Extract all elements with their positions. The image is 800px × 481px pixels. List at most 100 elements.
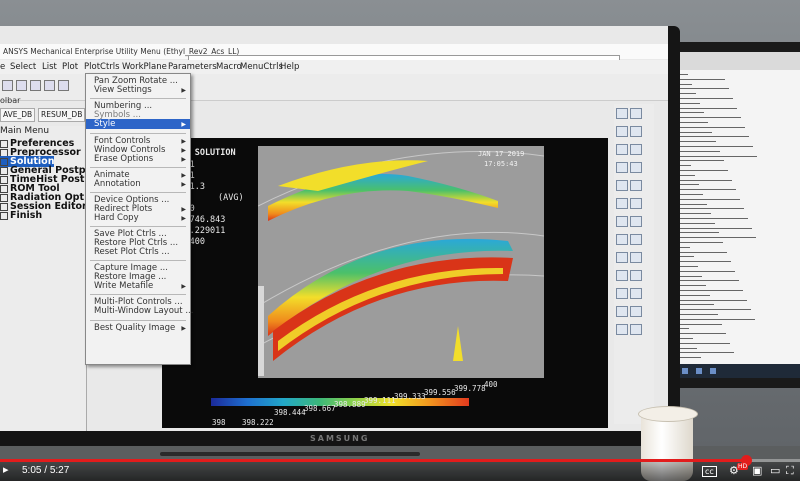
submenu-arrow-icon: ▶ [181,138,186,145]
view-tool-icon[interactable] [630,234,642,245]
main-menu-title: Main Menu [0,126,50,136]
print-icon[interactable] [44,80,55,91]
code-line [668,309,751,311]
menu-help[interactable]: Help [280,62,299,72]
view-tool-icon[interactable] [616,162,628,173]
view-tool-icon[interactable] [630,270,642,281]
menu-plot[interactable]: Plot [62,62,78,72]
view-tool-icon[interactable] [630,180,642,191]
main-menu-item-finish[interactable]: Finish [0,210,42,221]
menu-parameters[interactable]: Parameters [168,62,217,72]
view-tool-icon[interactable] [630,198,642,209]
code-line [668,155,757,157]
submenu-arrow-icon: ▶ [181,283,186,290]
menu-select[interactable]: Select [10,62,36,72]
plotctrls-dropdown: Pan Zoom Rotate ... View Settings ▶ Numberi… [85,73,193,365]
view-tool-icon[interactable] [616,234,628,245]
fullscreen-icon[interactable]: ⛶ [786,464,794,478]
code-line [668,237,756,239]
save-icon[interactable] [30,80,41,91]
view-tool-icon[interactable] [616,180,628,191]
plotctrls-item-multi-window-layout[interactable]: Multi-Window Layout ... [94,306,193,316]
plotctrls-item-erase-options[interactable]: Erase Options [94,154,153,164]
legend-label-top: 400 [484,380,498,389]
video-frame[interactable]: ANSYS Mechanical Enterprise Utility Menu… [0,0,800,481]
view-tool-icon[interactable] [616,306,628,317]
plotctrls-item-write-metafile[interactable]: Write Metafile [94,281,153,291]
miniplayer-icon[interactable]: ▣ [752,464,762,477]
plotctrls-item-style[interactable]: Style [86,119,190,129]
toolbar-label: olbar [0,96,21,105]
menu-macro[interactable]: Macro [216,62,242,72]
view-tool-icon[interactable] [616,324,628,335]
volume-icon[interactable]: ▸ [3,463,9,476]
taskbar-app-icon[interactable] [696,368,702,374]
view-tool-icon[interactable] [630,144,642,155]
menu-separator [90,167,186,168]
legend-label-bottom: 398.222 [242,418,274,427]
plotctrls-item-annotation[interactable]: Annotation [94,179,141,189]
submenu-arrow-icon: ▶ [181,181,186,188]
hd-badge: HD [737,463,749,470]
view-tool-icon[interactable] [630,288,642,299]
monitor-brand: SAMSUNG [310,434,370,443]
code-line [668,227,752,229]
graphics-window[interactable]: NODAL SOLUTION STEP=1SUB =1TIME=1.3TEMP(… [162,138,608,428]
taskbar-app-icon[interactable] [682,368,688,374]
taskbar [662,364,800,378]
main-monitor: ANSYS Mechanical Enterprise Utility Menu… [0,26,680,446]
plotctrls-item-best-quality-image[interactable]: Best Quality Image [94,323,175,333]
theater-icon[interactable]: ▭ [770,464,780,477]
menu-list[interactable]: List [42,62,57,72]
resume-db-button[interactable]: RESUM_DB [38,108,86,122]
view-tool-icon[interactable] [630,324,642,335]
submenu-arrow-icon: ▶ [181,172,186,179]
code-line [668,318,755,320]
view-tool-icon[interactable] [630,216,642,227]
view-tool-icon[interactable] [616,144,628,155]
new-icon[interactable] [2,80,13,91]
contour-plot[interactable]: JAN 17 2019 17:05:43 [258,146,544,378]
menu-separator [90,260,186,261]
view-tool-icon[interactable] [616,198,628,209]
legend-label-top: 398.444 [274,408,306,417]
menu-workplane[interactable]: WorkPlane [122,62,167,72]
view-tool-icon[interactable] [616,108,628,119]
view-tool-icon[interactable] [630,162,642,173]
view-tool-icon[interactable] [630,306,642,317]
view-tool-icon[interactable] [616,216,628,227]
menu-separator [90,226,186,227]
menu-bar: e Select List Plot PlotCtrls WorkPlane P… [0,60,668,74]
plotctrls-item-hard-copy[interactable]: Hard Copy [94,213,139,223]
view-tool-icon[interactable] [616,126,628,137]
view-tool-icon[interactable] [630,252,642,263]
menu-separator [90,133,186,134]
temperature-contour-svg [258,146,544,378]
text-editor-screen [662,52,800,378]
menu-file[interactable]: e [0,62,5,72]
legend-label-top: 398.667 [304,404,336,413]
view-tool-icon[interactable] [616,270,628,281]
help-icon[interactable] [58,80,69,91]
open-icon[interactable] [16,80,27,91]
menu-separator [90,294,186,295]
taskbar-app-icon[interactable] [710,368,716,374]
view-tool-icon[interactable] [630,126,642,137]
plot-date: JAN 17 2019 [478,150,525,158]
captions-icon[interactable]: cc [702,466,717,477]
plotctrls-item-view-settings[interactable]: View Settings [94,85,152,95]
view-tool-icon[interactable] [616,288,628,299]
code-line [668,218,748,219]
editor-toolbar [662,52,800,70]
save-db-button[interactable]: AVE_DB [0,108,36,122]
menu-plotctrls[interactable]: PlotCtrls [84,62,120,72]
submenu-arrow-icon: ▶ [181,147,186,154]
plotctrls-item-reset-plot-ctrls[interactable]: Reset Plot Ctrls ... [94,247,170,257]
menu-menuctrls[interactable]: MenuCtrls [240,62,283,72]
player-controls-bar [0,462,800,481]
progress-played[interactable] [0,459,747,462]
view-tool-icon[interactable] [630,108,642,119]
plot-time: 17:05:43 [484,160,518,168]
expand-icon[interactable] [0,211,8,220]
view-tool-icon[interactable] [616,252,628,263]
